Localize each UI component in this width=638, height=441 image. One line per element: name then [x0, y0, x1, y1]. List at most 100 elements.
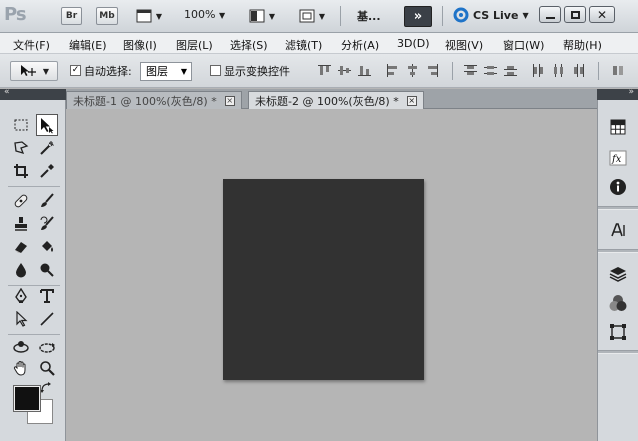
divider — [598, 62, 599, 80]
crop-tool[interactable] — [10, 160, 32, 182]
mini-bridge-button[interactable]: Mb — [96, 7, 118, 25]
move-tool[interactable] — [36, 114, 58, 136]
line-tool[interactable] — [36, 308, 58, 330]
chevron-down-icon: ▼ — [155, 11, 163, 21]
menu-filter[interactable]: 滤镜(T) — [285, 37, 322, 53]
divider — [598, 249, 638, 253]
double-chevron-right-icon: » — [628, 87, 634, 97]
workspace-switcher[interactable]: 基... — [357, 8, 381, 24]
menu-3d[interactable]: 3D(D) — [397, 37, 430, 50]
character-panel-button[interactable] — [607, 219, 629, 241]
3d-orbit-tool[interactable] — [36, 336, 58, 358]
distribute-hcenter-icon[interactable] — [552, 64, 565, 77]
bandage-icon — [14, 194, 28, 208]
spot-healing-tool[interactable] — [10, 190, 32, 212]
brush-tool[interactable] — [36, 190, 58, 212]
menu-file[interactable]: 文件(F) — [13, 37, 50, 53]
close-window-button[interactable]: ✕ — [589, 6, 615, 23]
close-icon[interactable]: × — [406, 95, 417, 106]
distribute-right-icon[interactable] — [572, 64, 585, 77]
document-tab-1[interactable]: 未标题-1 @ 100%(灰色/8) * × — [66, 91, 242, 109]
info-panel-button[interactable] — [607, 176, 629, 198]
align-bottom-icon[interactable] — [358, 64, 371, 77]
menu-analysis[interactable]: 分析(A) — [341, 37, 379, 53]
fx-icon: fx — [609, 150, 627, 166]
blur-tool[interactable] — [10, 259, 32, 281]
menu-bar: 文件(F) 编辑(E) 图像(I) 图层(L) 选择(S) 滤镜(T) 分析(A… — [0, 33, 638, 54]
paths-panel-button[interactable] — [607, 321, 629, 343]
maximize-button[interactable] — [564, 6, 586, 23]
divider — [8, 186, 60, 187]
menu-edit[interactable]: 编辑(E) — [69, 37, 107, 53]
dodge-tool[interactable] — [36, 259, 58, 281]
type-tool[interactable] — [36, 285, 58, 307]
actions-panel-button[interactable]: fx — [607, 147, 629, 169]
align-left-icon[interactable] — [386, 64, 399, 77]
auto-select-label: 自动选择: — [84, 65, 132, 78]
align-vcenter-icon[interactable] — [338, 64, 351, 77]
swap-colors-button[interactable] — [38, 380, 54, 396]
hand-tool[interactable] — [10, 357, 32, 379]
eyedropper-tool[interactable] — [36, 160, 58, 182]
bridge-button[interactable]: Br — [61, 7, 82, 25]
histogram-panel-button[interactable] — [607, 116, 629, 138]
3d-rotate-tool[interactable] — [10, 336, 32, 358]
align-top-icon[interactable] — [318, 64, 331, 77]
layers-panel-button[interactable] — [607, 263, 629, 285]
path-selection-tool[interactable] — [10, 308, 32, 330]
arrange-documents-button[interactable]: ▼ — [244, 7, 280, 25]
menu-layer[interactable]: 图层(L) — [176, 37, 213, 53]
pen-tool[interactable] — [10, 285, 32, 307]
dodge-icon — [40, 263, 54, 277]
eraser-tool[interactable] — [10, 236, 32, 258]
channels-panel-button[interactable] — [607, 292, 629, 314]
screen-mode-icon — [299, 9, 315, 23]
auto-align-layers-icon[interactable] — [612, 64, 625, 77]
chevron-down-icon: ▼ — [318, 11, 326, 21]
auto-select-checkbox[interactable]: ✓ — [70, 65, 81, 76]
arrange-documents-icon — [249, 9, 265, 23]
history-brush-tool[interactable] — [36, 213, 58, 235]
canvas-workspace[interactable] — [66, 110, 597, 441]
cs-live-menu[interactable]: CS Live ▼ — [453, 7, 529, 23]
document-canvas[interactable] — [223, 179, 424, 380]
auto-select-target-dropdown[interactable]: 图层 ▼ — [140, 62, 192, 81]
chevron-down-icon: ▼ — [522, 10, 529, 20]
foreground-color-swatch[interactable] — [13, 385, 41, 412]
align-right-icon[interactable] — [426, 64, 439, 77]
panel-dock-collapse-strip[interactable]: » — [597, 87, 638, 100]
workspace-more-button[interactable]: » — [404, 6, 432, 27]
polygonal-lasso-icon — [14, 141, 29, 154]
menu-view[interactable]: 视图(V) — [445, 37, 483, 53]
marquee-tool[interactable] — [10, 114, 32, 136]
3d-orbit-icon — [39, 343, 55, 353]
show-transform-controls-checkbox[interactable] — [210, 65, 221, 76]
close-icon[interactable]: × — [224, 95, 235, 106]
align-hcenter-icon[interactable] — [406, 64, 419, 77]
rectangular-marquee-icon — [14, 119, 28, 131]
paint-bucket-tool[interactable] — [36, 236, 58, 258]
tool-preset-picker[interactable]: ▼ — [10, 61, 58, 81]
svg-text:fx: fx — [611, 154, 622, 165]
lasso-tool[interactable] — [10, 137, 32, 159]
minimize-button[interactable] — [539, 6, 561, 23]
quick-selection-tool[interactable] — [36, 137, 58, 159]
distribute-left-icon[interactable] — [532, 64, 545, 77]
menu-help[interactable]: 帮助(H) — [563, 37, 602, 53]
toolbar-collapse-strip[interactable]: « — [0, 87, 66, 100]
character-icon — [611, 223, 625, 237]
distribute-bottom-icon[interactable] — [504, 64, 517, 77]
menu-select[interactable]: 选择(S) — [230, 37, 268, 53]
divider — [452, 62, 453, 80]
distribute-vcenter-icon[interactable] — [484, 64, 497, 77]
document-tab-2[interactable]: 未标题-2 @ 100%(灰色/8) * × — [248, 91, 424, 109]
view-extras-button[interactable]: ▼ — [133, 7, 165, 25]
zoom-level[interactable]: 100% ▼ — [184, 8, 225, 21]
tools-panel — [0, 100, 66, 441]
distribute-top-icon[interactable] — [464, 64, 477, 77]
menu-window[interactable]: 窗口(W) — [503, 37, 544, 53]
clone-stamp-tool[interactable] — [10, 213, 32, 235]
menu-image[interactable]: 图像(I) — [123, 37, 157, 53]
screen-mode-button[interactable]: ▼ — [294, 7, 330, 25]
zoom-tool[interactable] — [36, 357, 58, 379]
